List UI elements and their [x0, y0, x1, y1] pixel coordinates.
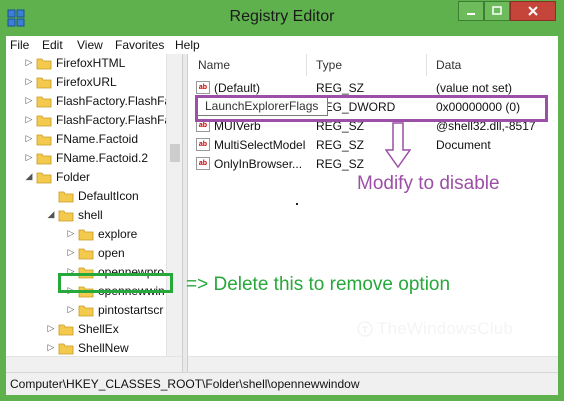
folder-icon — [36, 134, 52, 146]
expand-arrow-icon[interactable]: ▷ — [66, 228, 76, 239]
delete-annotation: => Delete this to remove option — [186, 274, 451, 295]
value-type: REG_SZ — [316, 157, 365, 171]
menu-favorites[interactable]: Favorites — [115, 38, 164, 52]
folder-icon — [78, 305, 94, 317]
tree-node-label: FirefoxURL — [56, 75, 117, 89]
value-name: (Default) — [214, 81, 261, 95]
value-row[interactable]: ab MultiSelectModel REG_SZ Document — [188, 136, 558, 155]
menu-bar: File Edit View Favorites Help — [6, 36, 558, 54]
folder-icon — [36, 115, 52, 127]
folder-icon — [78, 229, 94, 241]
expand-arrow-icon[interactable]: ◢ — [46, 209, 56, 220]
folder-icon — [36, 153, 52, 165]
cursor-dot — [296, 203, 298, 205]
maximize-icon — [492, 6, 502, 15]
watermark-text: TheWindowsClub — [377, 319, 514, 338]
registry-editor-window: Registry Editor File Edit View Favorites… — [0, 0, 564, 401]
expand-arrow-icon[interactable]: ▷ — [24, 76, 34, 87]
column-divider[interactable] — [306, 54, 307, 76]
column-divider[interactable] — [426, 54, 427, 76]
tree-node-label: ShellEx — [78, 322, 119, 336]
maximize-button[interactable] — [484, 1, 510, 21]
folder-icon — [78, 248, 94, 260]
tree-node-label: FirefoxHTML — [56, 56, 126, 70]
minimize-icon — [467, 13, 475, 15]
registry-tree: ▷ FirefoxHTML ▷ FirefoxURL ▷ FlashFactory.Fla… — [6, 54, 182, 372]
expand-arrow-icon[interactable]: ▷ — [46, 323, 56, 334]
status-bar: Computer\HKEY_CLASSES_ROOT\Folder\shell\… — [6, 372, 558, 395]
tree-node-label: FlashFactory.FlashFact — [56, 94, 181, 108]
menu-file[interactable]: File — [10, 38, 29, 52]
folder-icon — [58, 324, 74, 336]
down-arrow-icon — [385, 122, 411, 168]
watermark-logo-icon — [357, 321, 373, 337]
value-name: MultiSelectModel — [214, 138, 306, 152]
title-bar[interactable]: Registry Editor — [0, 0, 564, 36]
folder-icon — [58, 343, 74, 355]
value-name: OnlyInBrowser... — [214, 157, 303, 171]
minimize-button[interactable] — [458, 1, 484, 21]
string-value-icon: ab — [196, 138, 210, 151]
folder-icon — [58, 210, 74, 222]
tree-node-label: pintostartscr — [98, 303, 164, 317]
tree-node-label: FName.Factoid — [56, 132, 139, 146]
folder-icon — [36, 96, 52, 108]
folder-icon — [36, 172, 52, 184]
expand-arrow-icon[interactable]: ▷ — [24, 57, 34, 68]
modify-highlight-box — [195, 95, 548, 122]
expand-arrow-icon[interactable]: ▷ — [46, 342, 56, 353]
tree-node-label: FlashFactory.FlashFact — [56, 113, 181, 127]
column-header-name[interactable]: Name — [198, 58, 230, 72]
tree-node-label: Folder — [56, 170, 91, 184]
list-horizontal-scrollbar[interactable] — [188, 356, 558, 373]
folder-icon — [58, 191, 74, 203]
menu-help[interactable]: Help — [175, 38, 200, 52]
column-header-data[interactable]: Data — [436, 58, 461, 72]
tree-node-label: FName.Factoid.2 — [56, 151, 149, 165]
tree-node-label: explore — [98, 227, 138, 241]
delete-highlight-box — [58, 273, 173, 293]
status-path: Computer\HKEY_CLASSES_ROOT\Folder\shell\… — [10, 377, 360, 391]
value-data: (value not set) — [436, 81, 513, 95]
tree-node-label: open — [98, 246, 125, 260]
tree-node-label: DefaultIcon — [78, 189, 139, 203]
close-icon — [528, 6, 538, 16]
expand-arrow-icon[interactable]: ▷ — [24, 133, 34, 144]
expand-arrow-icon[interactable]: ▷ — [24, 152, 34, 163]
close-button[interactable] — [510, 1, 556, 21]
value-row[interactable]: ab OnlyInBrowser... REG_SZ — [188, 155, 558, 174]
tree-node-label: ShellNew — [78, 341, 129, 355]
string-value-icon: ab — [196, 81, 210, 94]
expand-arrow-icon[interactable]: ▷ — [24, 95, 34, 106]
expand-arrow-icon[interactable]: ◢ — [24, 171, 34, 182]
tree-node-label: shell — [78, 208, 103, 222]
menu-edit[interactable]: Edit — [42, 38, 63, 52]
expand-arrow-icon[interactable]: ▷ — [66, 247, 76, 258]
folder-icon — [36, 58, 52, 70]
value-type: REG_SZ — [316, 81, 365, 95]
value-type: REG_SZ — [316, 138, 365, 152]
column-header-type[interactable]: Type — [316, 58, 342, 72]
string-value-icon: ab — [196, 157, 210, 170]
tree-horizontal-scrollbar[interactable] — [6, 356, 182, 373]
tree-scroll-thumb[interactable] — [170, 144, 180, 162]
modify-annotation: Modify to disable — [357, 173, 500, 194]
expand-arrow-icon[interactable]: ▷ — [24, 114, 34, 125]
value-data: Document — [436, 138, 491, 152]
expand-arrow-icon[interactable]: ▷ — [66, 304, 76, 315]
watermark: TheWindowsClub — [357, 319, 514, 339]
menu-view[interactable]: View — [77, 38, 103, 52]
folder-icon — [36, 77, 52, 89]
tree-vertical-scrollbar[interactable] — [166, 54, 183, 356]
